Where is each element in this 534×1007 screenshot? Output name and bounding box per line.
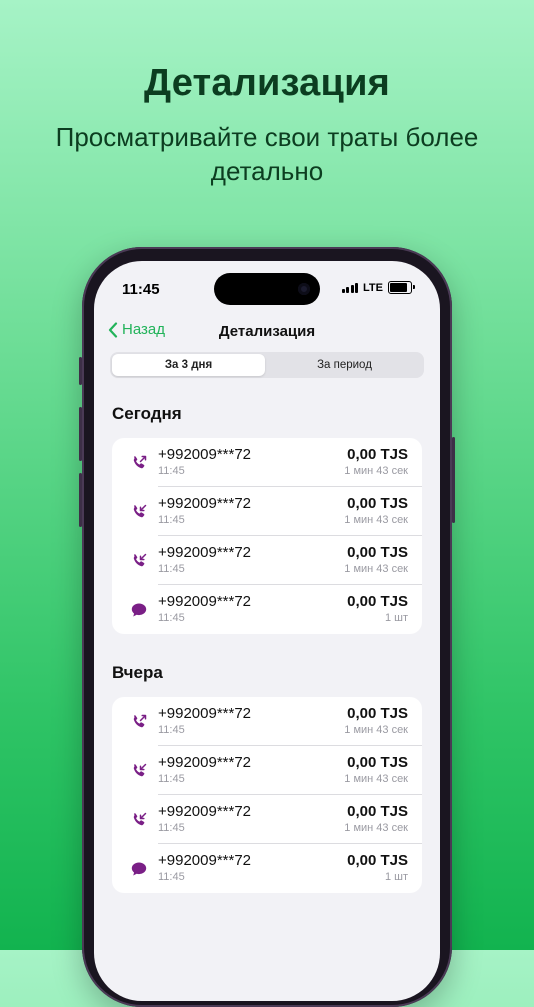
dynamic-island	[214, 273, 320, 305]
transaction-row[interactable]: +992009***72 11:45 0,00 TJS 1 мин 43 сек	[112, 746, 422, 795]
phone-silent-switch	[79, 357, 82, 385]
message-icon	[131, 862, 147, 876]
transaction-time: 11:45	[158, 871, 185, 883]
transaction-time: 11:45	[158, 773, 185, 785]
battery-icon	[388, 281, 415, 294]
transaction-detail: 1 мин 43 сек	[344, 563, 408, 575]
transaction-number: +992009***72	[158, 803, 252, 820]
transactions-card-today: +992009***72 11:45 0,00 TJS 1 мин 43 сек +9…	[112, 438, 422, 634]
transaction-amount: 0,00 TJS	[347, 544, 408, 561]
section-title-yesterday: Вчера	[112, 663, 163, 682]
navigation-bar: Назад Детализация	[94, 317, 440, 347]
section-title-today: Сегодня	[112, 404, 182, 423]
transaction-amount: 0,00 TJS	[347, 593, 408, 610]
transaction-row[interactable]: +992009***72 11:45 0,00 TJS 1 мин 43 сек	[112, 795, 422, 844]
transaction-time: 11:45	[158, 822, 185, 834]
phone-screen: 11:45 LTE Назад Детализация За 3 дня За …	[94, 261, 440, 1001]
transaction-detail: 1 мин 43 сек	[344, 773, 408, 785]
transaction-time: 11:45	[158, 612, 185, 624]
transaction-amount: 0,00 TJS	[347, 446, 408, 463]
phone-frame: 11:45 LTE Назад Детализация За 3 дня За …	[79, 247, 455, 1007]
transaction-detail: 1 мин 43 сек	[344, 514, 408, 526]
transaction-detail: 1 мин 43 сек	[344, 822, 408, 834]
incoming-call-icon	[133, 763, 147, 777]
transaction-number: +992009***72	[158, 852, 252, 869]
segment-3-days[interactable]: За 3 дня	[112, 354, 265, 376]
status-indicators: LTE	[341, 281, 415, 294]
promo-subtitle: Просматривайте свои траты более детально	[55, 122, 479, 186]
transaction-time: 11:45	[158, 465, 185, 477]
transaction-time: 11:45	[158, 724, 185, 736]
transaction-row[interactable]: +992009***72 11:45 0,00 TJS 1 мин 43 сек	[112, 487, 422, 536]
promo-title: Детализация	[143, 62, 391, 104]
transaction-number: +992009***72	[158, 593, 252, 610]
phone-volume-down	[79, 473, 82, 527]
transaction-amount: 0,00 TJS	[347, 852, 408, 869]
transaction-amount: 0,00 TJS	[347, 754, 408, 771]
outgoing-call-icon	[133, 714, 147, 728]
page-title: Детализация	[218, 323, 316, 340]
transaction-time: 11:45	[158, 514, 185, 526]
camera-icon	[298, 283, 310, 295]
segment-period[interactable]: За период	[267, 354, 422, 376]
transaction-detail: 1 мин 43 сек	[344, 724, 408, 736]
transaction-number: +992009***72	[158, 446, 252, 463]
transaction-time: 11:45	[158, 563, 185, 575]
transaction-number: +992009***72	[158, 495, 252, 512]
incoming-call-icon	[133, 504, 147, 518]
signal-icon	[341, 282, 359, 293]
transaction-number: +992009***72	[158, 754, 252, 771]
transaction-row[interactable]: +992009***72 11:45 0,00 TJS 1 шт	[112, 585, 422, 634]
period-segmented-control: За 3 дня За период	[110, 352, 424, 378]
transaction-row[interactable]: +992009***72 11:45 0,00 TJS 1 мин 43 сек	[112, 438, 422, 487]
phone-power-button	[452, 437, 455, 523]
transactions-card-yesterday: +992009***72 11:45 0,00 TJS 1 мин 43 сек +9…	[112, 697, 422, 893]
outgoing-call-icon	[133, 455, 147, 469]
transaction-row[interactable]: +992009***72 11:45 0,00 TJS 1 шт	[112, 844, 422, 893]
transaction-row[interactable]: +992009***72 11:45 0,00 TJS 1 мин 43 сек	[112, 697, 422, 746]
transaction-amount: 0,00 TJS	[347, 803, 408, 820]
network-type: LTE	[363, 281, 383, 294]
transaction-detail: 1 шт	[384, 612, 408, 624]
transaction-row[interactable]: +992009***72 11:45 0,00 TJS 1 мин 43 сек	[112, 536, 422, 585]
transaction-detail: 1 шт	[384, 871, 408, 883]
incoming-call-icon	[133, 812, 147, 826]
status-time: 11:45	[122, 281, 160, 298]
incoming-call-icon	[133, 553, 147, 567]
transaction-number: +992009***72	[158, 544, 252, 561]
transaction-amount: 0,00 TJS	[347, 705, 408, 722]
message-icon	[131, 603, 147, 617]
transaction-number: +992009***72	[158, 705, 252, 722]
transaction-amount: 0,00 TJS	[347, 495, 408, 512]
transaction-detail: 1 мин 43 сек	[344, 465, 408, 477]
phone-volume-up	[79, 407, 82, 461]
